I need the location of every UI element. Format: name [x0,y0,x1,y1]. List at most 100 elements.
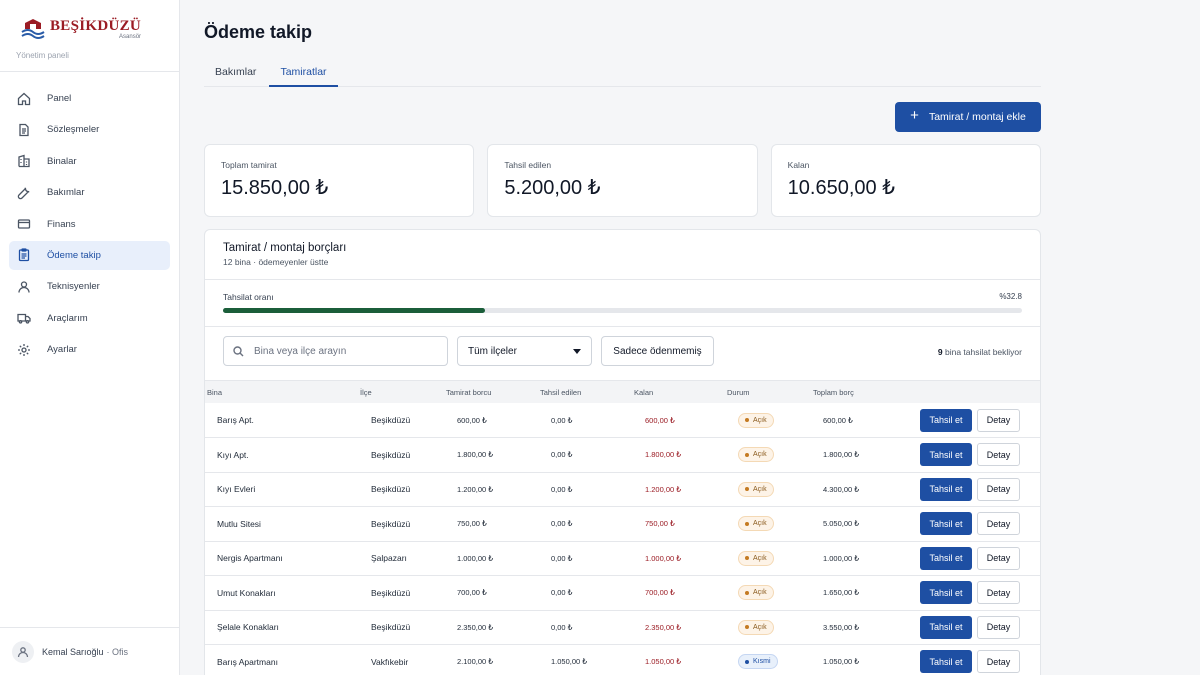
sidebar-item-label: Finans [47,218,76,230]
collect-button[interactable]: Tahsil et [920,615,972,639]
brand: BEŞİKDÜZÜ Asansör Yönetim paneli [0,0,179,72]
sidebar-item-label: Panel [47,93,72,104]
sidebar-item-label: Binalar [47,155,77,167]
col-district[interactable]: İlçe [360,381,446,403]
district-select[interactable]: Tüm ilçeler [457,336,592,366]
cell-repair-debt: 2.100,00 ₺ [457,657,494,667]
stats-row: Toplam tamirat 15.850,00 ₺ Tahsil edilen… [204,144,1041,217]
detail-button[interactable]: Detay [977,408,1020,432]
home-icon [17,92,31,106]
col-total-debt[interactable]: Toplam borç [813,381,905,403]
cell-repair-debt: 700,00 ₺ [457,588,487,598]
cell-remaining: 1.200,00 ₺ [645,484,682,494]
collect-button[interactable]: Tahsil et [920,581,972,605]
collect-button[interactable]: Tahsil et [920,477,972,501]
cell-repair-debt: 750,00 ₺ [457,519,487,529]
collect-button[interactable]: Tahsil et [920,512,972,536]
sidebar-item-settings[interactable]: Ayarlar [9,335,170,364]
waiting-text: bina tahsilat bekliyor [942,347,1022,357]
person-icon [17,646,29,657]
detail-button[interactable]: Detay [977,650,1020,674]
panel-subtitle: 12 bina · ödemeyenler üstte [223,257,329,267]
cell-remaining: 600,00 ₺ [645,415,675,425]
table-row: Umut Konakları Beşikdüzü 700,00 ₺ 0,00 ₺ 700… [205,576,1040,610]
detail-button[interactable]: Detay [977,615,1020,639]
cell-district: Beşikdüzü [371,484,411,495]
search-box[interactable] [223,336,448,366]
detail-button[interactable]: Detay [977,546,1020,570]
tab-maintenance[interactable]: Bakımlar [204,60,267,87]
chevron-down-icon [573,349,581,354]
plus-icon: + [910,106,919,124]
cell-building: Kıyı Evleri [217,484,256,495]
search-input[interactable] [254,345,434,357]
collect-button[interactable]: Tahsil et [920,546,972,570]
collect-button[interactable]: Tahsil et [920,650,972,674]
detail-button[interactable]: Detay [977,443,1020,467]
cell-total-debt: 1.650,00 ₺ [823,588,860,598]
add-repair-label: Tamirat / montaj ekle [928,111,1026,123]
cell-collected: 0,00 ₺ [551,519,573,529]
table-row: Mutlu Sitesi Beşikdüzü 750,00 ₺ 0,00 ₺ 750,0… [205,507,1040,541]
stat-value: 15.850,00 ₺ [221,177,329,199]
collect-button[interactable]: Tahsil et [920,443,972,467]
sidebar-item-buildings[interactable]: Binalar [9,147,170,176]
detail-button[interactable]: Detay [977,512,1020,536]
sidebar-item-maintenance[interactable]: Bakımlar [9,178,170,207]
cell-building: Barış Apt. [217,415,254,425]
filters-bar: Tüm ilçeler Sadece ödenmemiş 9 bina tahs… [205,327,1040,381]
sidebar-item-contracts[interactable]: Sözleşmeler [9,115,170,144]
col-remaining[interactable]: Kalan [634,381,727,403]
col-collected[interactable]: Tahsil edilen [540,381,634,403]
cell-building: Şelale Konakları [217,622,279,633]
collect-button[interactable]: Tahsil et [920,408,972,432]
table-row: Kıyı Evleri Beşikdüzü 1.200,00 ₺ 0,00 ₺ 1.20… [205,472,1040,507]
table-row: Barış Apt. Beşikdüzü 600,00 ₺ 0,00 ₺ 600,00 … [205,403,1040,438]
col-status[interactable]: Durum [727,381,813,403]
status-dot-icon [745,556,749,561]
status-label: Açık [753,520,767,528]
cell-building: Barış Apartmanı [217,656,278,667]
cell-total-debt: 4.300,00 ₺ [823,484,860,494]
unpaid-only-button[interactable]: Sadece ödenmemiş [601,336,714,366]
district-select-value: Tüm ilçeler [468,345,517,357]
table-row: Kıyı Apt. Beşikdüzü 1.800,00 ₺ 0,00 ₺ 1.800,… [205,438,1040,472]
stat-card-total: Toplam tamirat 15.850,00 ₺ [204,144,475,217]
cell-total-debt: 1.050,00 ₺ [823,657,860,667]
stat-value: 10.650,00 ₺ [787,177,895,199]
document-icon [17,123,31,137]
cell-total-debt: 5.050,00 ₺ [823,519,860,529]
cell-remaining: 700,00 ₺ [645,588,675,598]
sidebar-item-finance[interactable]: Finans [9,210,170,239]
debts-panel: Tamirat / montaj borçları 12 bina · ödem… [204,229,1041,675]
progress-percent: %32.8 [999,292,1022,301]
status-dot-icon [745,659,749,664]
add-repair-button[interactable]: + Tamirat / montaj ekle [895,102,1041,132]
status-badge: Açık [738,619,774,635]
detail-button[interactable]: Detay [977,477,1020,501]
tab-repairs[interactable]: Tamiratlar [269,60,338,87]
status-badge: Açık [738,447,774,463]
cell-district: Beşikdüzü [371,518,411,529]
credit-card-icon [17,217,31,231]
cell-total-debt: 600,00 ₺ [823,415,853,425]
detail-button[interactable]: Detay [977,581,1020,605]
status-dot-icon [745,418,749,422]
sidebar-item-technicians[interactable]: Teknisyenler [9,272,170,301]
col-building[interactable]: Bina [205,381,360,403]
user-profile[interactable]: Kemal Sarıoğlu · Ofis [0,627,179,675]
sidebar-item-panel[interactable]: Panel [9,84,170,113]
search-icon [233,345,244,356]
status-dot-icon [745,452,749,457]
user-role: · Ofis [106,646,129,657]
page-title: Ödeme takip [204,22,313,42]
avatar [12,640,34,663]
status-badge: Kısmi [738,654,778,670]
cell-building: Umut Konakları [217,587,276,598]
sidebar-item-vehicles[interactable]: Araçlarım [9,304,170,333]
sidebar-item-payment-tracking[interactable]: Ödeme takip [9,240,170,270]
cell-collected: 0,00 ₺ [551,588,573,598]
cell-repair-debt: 2.350,00 ₺ [457,622,494,632]
col-repair-debt[interactable]: Tamirat borcu [446,381,540,403]
logo[interactable]: BEŞİKDÜZÜ Asansör [16,14,163,44]
